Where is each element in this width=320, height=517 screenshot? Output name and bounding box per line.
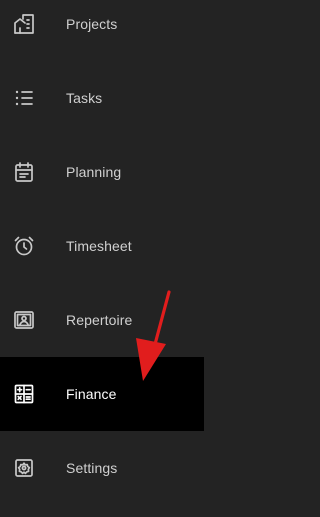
- sidebar-item-label: Timesheet: [66, 238, 132, 254]
- gear-icon: [12, 456, 36, 480]
- list-icon: [12, 86, 36, 110]
- sidebar-item-label: Projects: [66, 16, 118, 32]
- sidebar-item-label: Tasks: [66, 90, 103, 106]
- alarm-clock-icon: [12, 234, 36, 258]
- calculator-icon: [12, 382, 36, 406]
- sidebar-item-planning[interactable]: Planning: [0, 135, 204, 209]
- building-icon: [12, 12, 36, 36]
- sidebar-item-label: Finance: [66, 386, 117, 402]
- sidebar-item-label: Settings: [66, 460, 118, 476]
- contact-card-icon: [12, 308, 36, 332]
- sidebar-item-label: Repertoire: [66, 312, 133, 328]
- sidebar-nav: Projects Tasks Planning Timesheet Repert…: [0, 0, 204, 517]
- sidebar-item-label: Planning: [66, 164, 122, 180]
- sidebar-item-repertoire[interactable]: Repertoire: [0, 283, 204, 357]
- sidebar-item-timesheet[interactable]: Timesheet: [0, 209, 204, 283]
- calendar-icon: [12, 160, 36, 184]
- sidebar-item-finance[interactable]: Finance: [0, 357, 204, 431]
- sidebar-item-projects[interactable]: Projects: [0, 0, 204, 61]
- sidebar-item-settings[interactable]: Settings: [0, 431, 204, 505]
- sidebar-item-tasks[interactable]: Tasks: [0, 61, 204, 135]
